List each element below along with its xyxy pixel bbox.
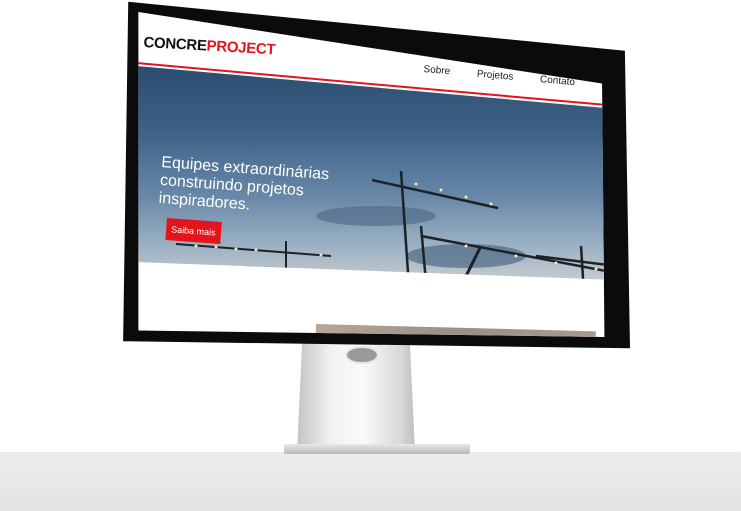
site-logo[interactable]: CONCREPROJECT [143, 34, 276, 58]
nav-item-projetos[interactable]: Projetos [476, 69, 514, 83]
crane-right [535, 245, 605, 280]
crane-center-tall [371, 170, 499, 280]
cloud [166, 266, 326, 280]
monitor-stand-foot [284, 444, 470, 454]
building-silhouette [496, 301, 536, 331]
hero-banner: Equipes extraordinárias construindo proj… [138, 66, 605, 331]
crane-left [175, 241, 332, 280]
building-silhouette [466, 281, 496, 331]
logo-text-part1: CONCRE [143, 34, 208, 55]
logo-text-part2: PROJECT [206, 37, 276, 59]
saiba-mais-button[interactable]: Saiba mais [165, 218, 222, 244]
floor-surface [0, 452, 741, 511]
monitor-stand-cable-hole [345, 346, 379, 364]
crane-center [419, 225, 605, 280]
nav-item-sobre[interactable]: Sobre [423, 64, 451, 77]
